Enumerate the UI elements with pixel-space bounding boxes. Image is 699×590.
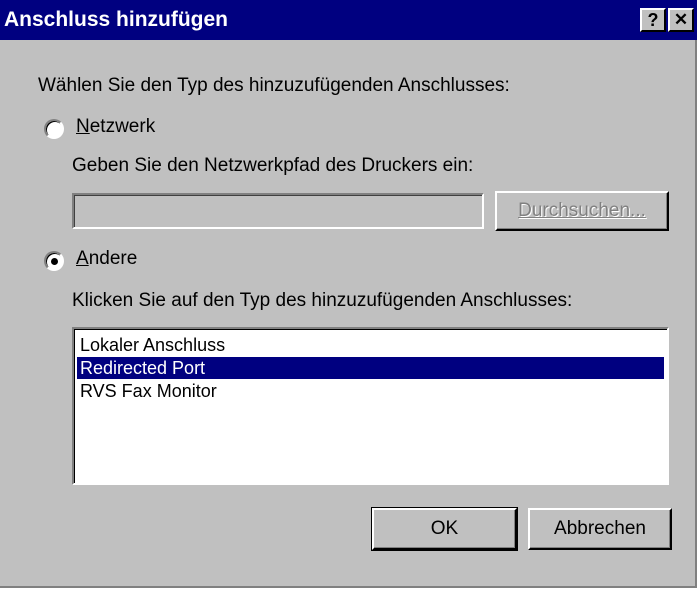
- port-type-listbox[interactable]: Lokaler Anschluss Redirected Port RVS Fa…: [72, 327, 669, 485]
- browse-button[interactable]: Durchsuchen...: [495, 191, 669, 231]
- cancel-button[interactable]: Abbrechen: [528, 508, 672, 550]
- port-type-prompt: Wählen Sie den Typ des hinzuzufügenden A…: [38, 75, 510, 96]
- close-icon: ✕: [673, 10, 689, 29]
- other-radio[interactable]: [44, 251, 64, 271]
- other-radio-label[interactable]: Andere: [76, 248, 137, 270]
- network-path-label: Geben Sie den Netzwerkpfad des Druckers …: [72, 155, 474, 176]
- other-label-rest: ndere: [88, 248, 138, 269]
- dialog-title: Anschluss hinzufügen: [4, 8, 229, 31]
- list-item-redirected-port[interactable]: Redirected Port: [77, 357, 664, 379]
- network-path-input[interactable]: [72, 193, 484, 229]
- browse-button-label: Durchsuchen...: [518, 200, 646, 221]
- other-radio-dot: [51, 258, 58, 265]
- port-list-label: Klicken Sie auf den Typ des hinzuzufügen…: [72, 290, 573, 311]
- title-bar[interactable]: Anschluss hinzufügen ? ✕: [0, 0, 697, 40]
- ok-button[interactable]: OK: [371, 507, 518, 551]
- close-button[interactable]: ✕: [668, 8, 694, 32]
- network-mnemonic: N: [76, 116, 90, 137]
- list-item-rvs-fax-monitor[interactable]: RVS Fax Monitor: [77, 380, 664, 402]
- network-radio-label[interactable]: Netzwerk: [76, 116, 155, 138]
- network-radio[interactable]: [44, 119, 64, 139]
- network-label-rest: etzwerk: [89, 116, 156, 137]
- other-mnemonic: A: [76, 248, 89, 269]
- list-item-local-port[interactable]: Lokaler Anschluss: [77, 334, 664, 356]
- help-button[interactable]: ?: [640, 8, 666, 32]
- add-port-dialog: Anschluss hinzufügen ? ✕ Wählen Sie den …: [0, 0, 697, 588]
